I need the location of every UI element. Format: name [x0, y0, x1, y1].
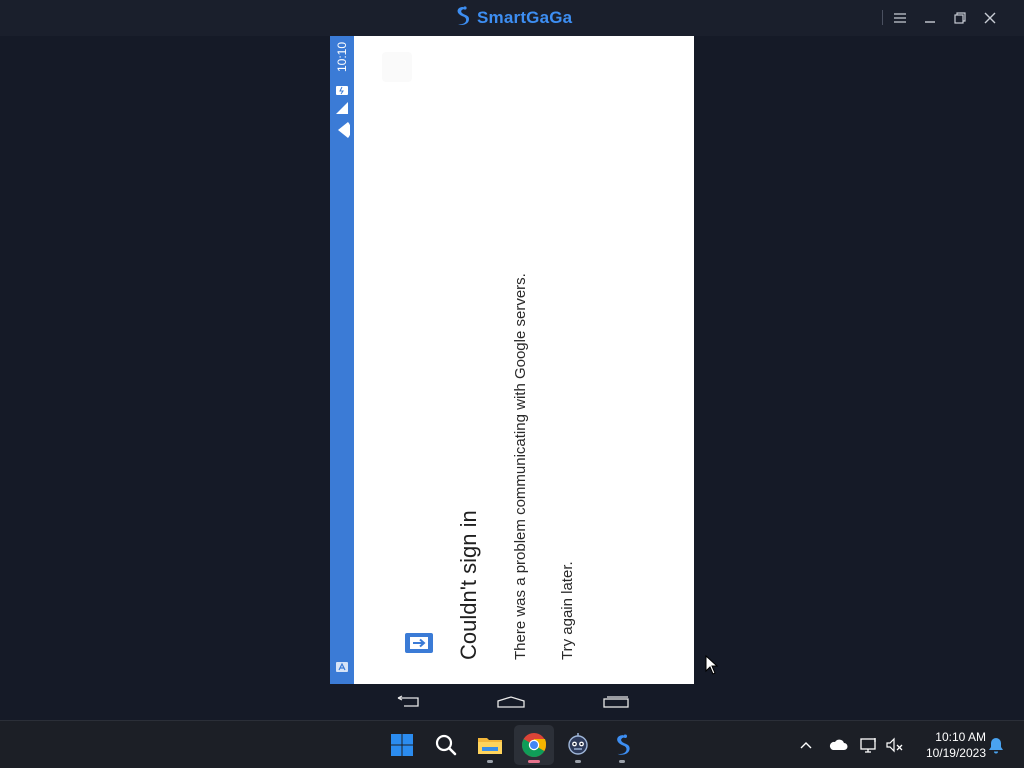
emulator-title-bar: SmartGaGa: [0, 0, 1024, 36]
network-icon[interactable]: [857, 733, 881, 757]
sign-in-arrow-icon: [404, 632, 433, 654]
clock-date: 10/19/2023: [925, 746, 986, 760]
clock-time: 10:10 AM: [935, 730, 986, 744]
close-icon[interactable]: [979, 8, 1001, 28]
search-icon[interactable]: [426, 725, 466, 765]
minimize-icon[interactable]: [919, 8, 941, 28]
mouse-cursor-icon: [705, 654, 719, 675]
dialog-message: There was a problem communicating with G…: [512, 273, 529, 660]
windows-start-icon[interactable]: [382, 725, 422, 765]
chrome-icon[interactable]: [514, 725, 554, 765]
sign-in-error-dialog: Couldn't sign in There was a problem com…: [330, 36, 694, 684]
notification-bell-icon[interactable]: [984, 733, 1008, 757]
running-indicator: [487, 760, 493, 763]
recents-icon[interactable]: [601, 692, 631, 712]
robot-app-icon[interactable]: [558, 725, 598, 765]
chevron-up-icon[interactable]: [794, 733, 818, 757]
android-screen[interactable]: 10:10 Couldn't sign in There was a probl…: [330, 36, 694, 684]
onedrive-cloud-icon[interactable]: [826, 733, 850, 757]
dialog-title: Couldn't sign in: [456, 510, 481, 660]
dialog-retry-text: Try again later.: [559, 561, 576, 660]
home-icon[interactable]: [496, 692, 526, 712]
restore-icon[interactable]: [949, 8, 971, 28]
brand: SmartGaGa: [452, 5, 573, 32]
file-explorer-icon[interactable]: [470, 725, 510, 765]
brand-name: SmartGaGa: [477, 8, 573, 27]
volume-muted-icon[interactable]: [883, 733, 907, 757]
running-indicator: [575, 760, 581, 763]
windows-taskbar: 10:10 AM 10/19/2023: [0, 720, 1024, 768]
title-separator: [882, 10, 883, 25]
smartgaga-logo-icon: [452, 5, 472, 32]
active-indicator: [528, 760, 540, 763]
system-clock[interactable]: 10:10 AM 10/19/2023: [914, 729, 986, 761]
back-icon[interactable]: [393, 692, 423, 712]
menu-icon[interactable]: [889, 8, 911, 28]
android-nav-bar: [330, 684, 694, 720]
running-indicator: [619, 760, 625, 763]
smartgaga-icon[interactable]: [602, 725, 642, 765]
